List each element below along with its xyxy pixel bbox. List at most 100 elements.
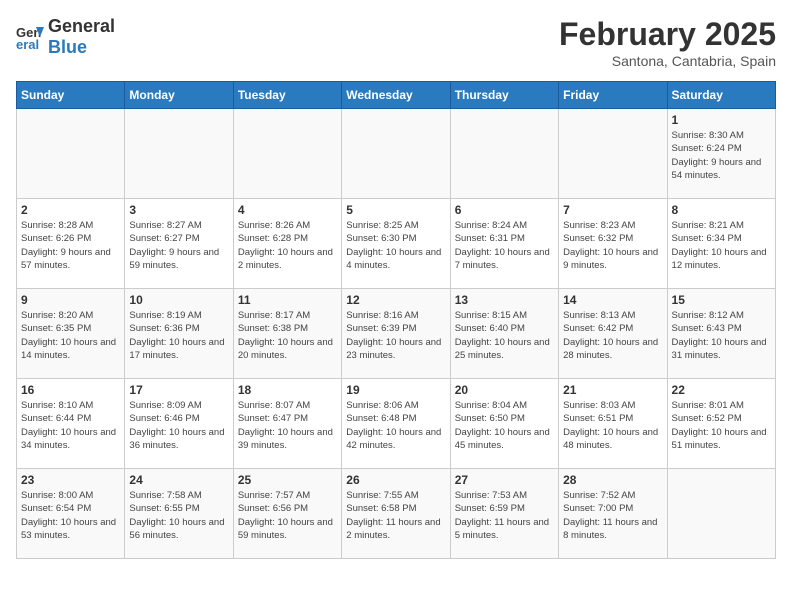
day-number: 27	[455, 473, 554, 487]
logo-general: General	[48, 16, 115, 36]
week-row-3: 16Sunrise: 8:10 AM Sunset: 6:44 PM Dayli…	[17, 379, 776, 469]
calendar-cell: 1 Sunrise: 8:30 AM Sunset: 6:24 PM Daylig…	[667, 109, 775, 199]
day-info: Sunrise: 8:15 AM Sunset: 6:40 PM Dayligh…	[455, 309, 554, 362]
calendar-cell: 10 Sunrise: 8:19 AM Sunset: 6:36 PM Dayli…	[125, 289, 233, 379]
calendar-cell	[233, 109, 341, 199]
header-wednesday: Wednesday	[342, 82, 450, 109]
subtitle: Santona, Cantabria, Spain	[559, 53, 776, 69]
day-number: 18	[238, 383, 337, 397]
day-info: Sunrise: 8:06 AM Sunset: 6:48 PM Dayligh…	[346, 399, 445, 452]
calendar-cell: 13 Sunrise: 8:15 AM Sunset: 6:40 PM Dayli…	[450, 289, 558, 379]
day-info: Sunrise: 8:16 AM Sunset: 6:39 PM Dayligh…	[346, 309, 445, 362]
day-number: 22	[672, 383, 771, 397]
header: Gen eral General Blue February 2025 Sant…	[16, 16, 776, 69]
calendar-cell: 11Sunrise: 8:17 AM Sunset: 6:38 PM Dayli…	[233, 289, 341, 379]
logo: Gen eral General Blue	[16, 16, 115, 58]
calendar-header-row: SundayMondayTuesdayWednesdayThursdayFrid…	[17, 82, 776, 109]
day-info: Sunrise: 8:03 AM Sunset: 6:51 PM Dayligh…	[563, 399, 662, 452]
header-monday: Monday	[125, 82, 233, 109]
calendar-cell: 16Sunrise: 8:10 AM Sunset: 6:44 PM Dayli…	[17, 379, 125, 469]
day-info: Sunrise: 8:01 AM Sunset: 6:52 PM Dayligh…	[672, 399, 771, 452]
logo-wordmark: General Blue	[48, 16, 115, 58]
day-info: Sunrise: 7:52 AM Sunset: 7:00 PM Dayligh…	[563, 489, 662, 542]
day-info: Sunrise: 8:21 AM Sunset: 6:34 PM Dayligh…	[672, 219, 771, 272]
day-number: 17	[129, 383, 228, 397]
day-number: 10	[129, 293, 228, 307]
calendar-cell: 26 Sunrise: 7:55 AM Sunset: 6:58 PM Dayli…	[342, 469, 450, 559]
day-info: Sunrise: 8:30 AM Sunset: 6:24 PM Dayligh…	[672, 129, 771, 182]
calendar-cell: 3 Sunrise: 8:27 AM Sunset: 6:27 PM Daylig…	[125, 199, 233, 289]
calendar-cell: 21 Sunrise: 8:03 AM Sunset: 6:51 PM Dayli…	[559, 379, 667, 469]
calendar-cell: 12 Sunrise: 8:16 AM Sunset: 6:39 PM Dayli…	[342, 289, 450, 379]
week-row-2: 9 Sunrise: 8:20 AM Sunset: 6:35 PM Daylig…	[17, 289, 776, 379]
header-thursday: Thursday	[450, 82, 558, 109]
main-title: February 2025	[559, 16, 776, 53]
calendar-cell	[450, 109, 558, 199]
day-number: 4	[238, 203, 337, 217]
day-info: Sunrise: 8:00 AM Sunset: 6:54 PM Dayligh…	[21, 489, 120, 542]
day-info: Sunrise: 8:09 AM Sunset: 6:46 PM Dayligh…	[129, 399, 228, 452]
day-number: 23	[21, 473, 120, 487]
calendar-cell	[125, 109, 233, 199]
day-number: 9	[21, 293, 120, 307]
day-number: 13	[455, 293, 554, 307]
day-info: Sunrise: 7:53 AM Sunset: 6:59 PM Dayligh…	[455, 489, 554, 542]
day-info: Sunrise: 8:04 AM Sunset: 6:50 PM Dayligh…	[455, 399, 554, 452]
logo-blue: Blue	[48, 37, 87, 57]
day-number: 3	[129, 203, 228, 217]
calendar-cell	[342, 109, 450, 199]
logo-icon: Gen eral	[16, 23, 44, 51]
calendar-cell: 6Sunrise: 8:24 AM Sunset: 6:31 PM Daylig…	[450, 199, 558, 289]
day-number: 20	[455, 383, 554, 397]
calendar-cell: 27 Sunrise: 7:53 AM Sunset: 6:59 PM Dayli…	[450, 469, 558, 559]
header-tuesday: Tuesday	[233, 82, 341, 109]
calendar-cell: 23 Sunrise: 8:00 AM Sunset: 6:54 PM Dayli…	[17, 469, 125, 559]
calendar-cell	[559, 109, 667, 199]
day-info: Sunrise: 8:24 AM Sunset: 6:31 PM Dayligh…	[455, 219, 554, 272]
day-number: 2	[21, 203, 120, 217]
day-number: 25	[238, 473, 337, 487]
day-info: Sunrise: 8:26 AM Sunset: 6:28 PM Dayligh…	[238, 219, 337, 272]
calendar-cell: 22 Sunrise: 8:01 AM Sunset: 6:52 PM Dayli…	[667, 379, 775, 469]
calendar-cell: 7Sunrise: 8:23 AM Sunset: 6:32 PM Daylig…	[559, 199, 667, 289]
calendar-cell: 8 Sunrise: 8:21 AM Sunset: 6:34 PM Daylig…	[667, 199, 775, 289]
calendar-cell: 18Sunrise: 8:07 AM Sunset: 6:47 PM Dayli…	[233, 379, 341, 469]
day-number: 7	[563, 203, 662, 217]
week-row-4: 23 Sunrise: 8:00 AM Sunset: 6:54 PM Dayli…	[17, 469, 776, 559]
day-info: Sunrise: 8:12 AM Sunset: 6:43 PM Dayligh…	[672, 309, 771, 362]
day-info: Sunrise: 8:27 AM Sunset: 6:27 PM Dayligh…	[129, 219, 228, 272]
calendar-cell: 24 Sunrise: 7:58 AM Sunset: 6:55 PM Dayli…	[125, 469, 233, 559]
day-number: 26	[346, 473, 445, 487]
day-info: Sunrise: 8:19 AM Sunset: 6:36 PM Dayligh…	[129, 309, 228, 362]
day-info: Sunrise: 8:17 AM Sunset: 6:38 PM Dayligh…	[238, 309, 337, 362]
week-row-0: 1 Sunrise: 8:30 AM Sunset: 6:24 PM Daylig…	[17, 109, 776, 199]
calendar-cell: 20 Sunrise: 8:04 AM Sunset: 6:50 PM Dayli…	[450, 379, 558, 469]
day-number: 5	[346, 203, 445, 217]
calendar-cell: 28 Sunrise: 7:52 AM Sunset: 7:00 PM Dayli…	[559, 469, 667, 559]
calendar-cell	[667, 469, 775, 559]
day-number: 28	[563, 473, 662, 487]
day-number: 15	[672, 293, 771, 307]
day-info: Sunrise: 7:57 AM Sunset: 6:56 PM Dayligh…	[238, 489, 337, 542]
calendar-cell: 4 Sunrise: 8:26 AM Sunset: 6:28 PM Daylig…	[233, 199, 341, 289]
title-block: February 2025 Santona, Cantabria, Spain	[559, 16, 776, 69]
day-number: 16	[21, 383, 120, 397]
calendar-cell: 17 Sunrise: 8:09 AM Sunset: 6:46 PM Dayli…	[125, 379, 233, 469]
svg-text:eral: eral	[16, 37, 39, 51]
day-number: 21	[563, 383, 662, 397]
calendar-cell: 15 Sunrise: 8:12 AM Sunset: 6:43 PM Dayli…	[667, 289, 775, 379]
header-friday: Friday	[559, 82, 667, 109]
calendar-cell: 5 Sunrise: 8:25 AM Sunset: 6:30 PM Daylig…	[342, 199, 450, 289]
week-row-1: 2Sunrise: 8:28 AM Sunset: 6:26 PM Daylig…	[17, 199, 776, 289]
calendar-cell: 25 Sunrise: 7:57 AM Sunset: 6:56 PM Dayli…	[233, 469, 341, 559]
day-number: 1	[672, 113, 771, 127]
day-number: 12	[346, 293, 445, 307]
day-info: Sunrise: 8:25 AM Sunset: 6:30 PM Dayligh…	[346, 219, 445, 272]
day-number: 14	[563, 293, 662, 307]
calendar-cell: 19Sunrise: 8:06 AM Sunset: 6:48 PM Dayli…	[342, 379, 450, 469]
day-info: Sunrise: 7:55 AM Sunset: 6:58 PM Dayligh…	[346, 489, 445, 542]
day-info: Sunrise: 8:20 AM Sunset: 6:35 PM Dayligh…	[21, 309, 120, 362]
day-info: Sunrise: 7:58 AM Sunset: 6:55 PM Dayligh…	[129, 489, 228, 542]
day-number: 8	[672, 203, 771, 217]
day-number: 24	[129, 473, 228, 487]
